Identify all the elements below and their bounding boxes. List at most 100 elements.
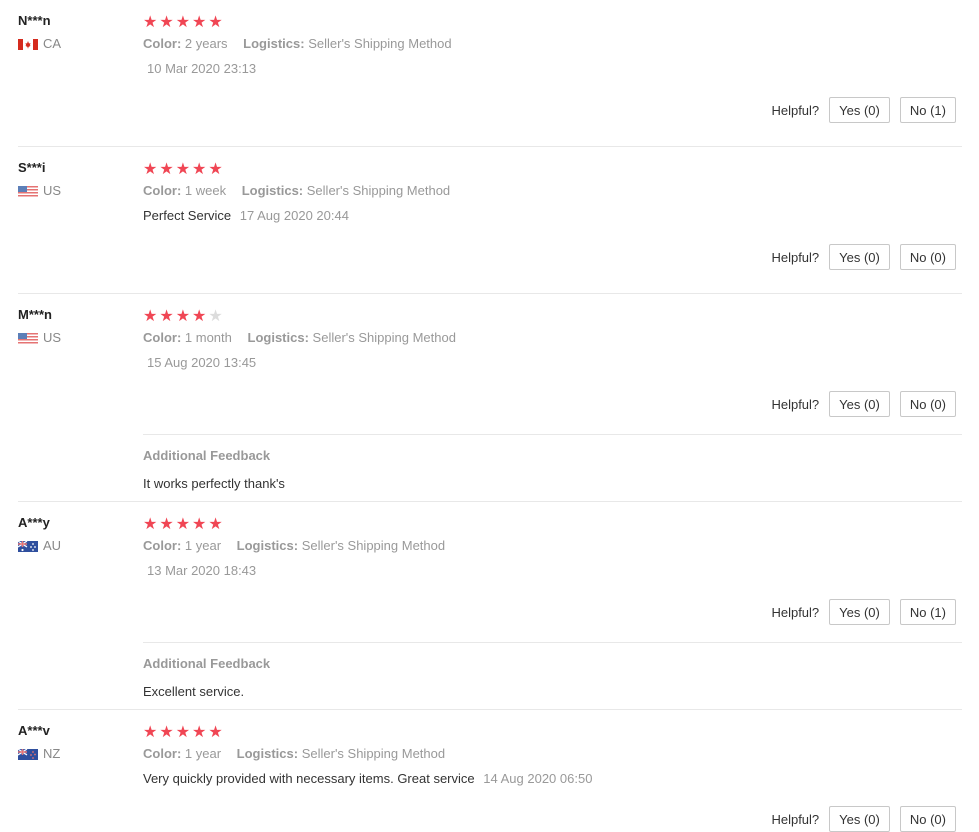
star-icon: ★ bbox=[208, 12, 223, 31]
helpful-yes-button[interactable]: Yes (0) bbox=[829, 806, 890, 832]
star-icon: ★ bbox=[192, 722, 207, 741]
star-icon: ★ bbox=[192, 159, 207, 178]
logistics-value: Seller's Shipping Method bbox=[312, 330, 456, 345]
additional-feedback: Additional Feedback It works perfectly t… bbox=[143, 434, 962, 493]
helpful-yes-button[interactable]: Yes (0) bbox=[829, 391, 890, 417]
logistics-label: Logistics: bbox=[243, 36, 305, 51]
star-icon: ★ bbox=[192, 306, 207, 325]
helpful-label: Helpful? bbox=[771, 604, 820, 620]
review-content: ★ ★ ★ ★ ★ Color: 1 week Logistics: Seller's … bbox=[143, 159, 956, 225]
additional-feedback-title: Additional Feedback bbox=[143, 448, 271, 463]
star-rating: ★ ★ ★ ★ ★ bbox=[143, 12, 956, 32]
review-item: M***n US ★ ★ ★ ★ ★ Color: 1 month Logistics:… bbox=[0, 294, 979, 502]
review-meta: Color: 1 week Logistics: Seller's Shippi… bbox=[143, 182, 956, 200]
new-zealand-flag-icon bbox=[18, 748, 38, 760]
country-code: AU bbox=[43, 538, 62, 553]
color-label: Color: bbox=[143, 183, 182, 198]
star-icon: ★ bbox=[175, 514, 191, 533]
review-date: 13 Mar 2020 18:43 bbox=[147, 563, 257, 578]
helpful-vote: Helpful? Yes (0) No (1) bbox=[771, 97, 956, 123]
helpful-yes-button[interactable]: Yes (0) bbox=[829, 97, 890, 123]
helpful-label: Helpful? bbox=[771, 811, 820, 827]
reviewer-country: CA bbox=[18, 36, 128, 52]
helpful-label: Helpful? bbox=[771, 249, 820, 265]
star-empty-icon: ★ bbox=[208, 306, 223, 325]
review-text: Perfect Service bbox=[143, 208, 232, 223]
reviewer-name: M***n bbox=[18, 307, 52, 322]
review-content: ★ ★ ★ ★ ★ Color: 2 years Logistics: Seller's… bbox=[143, 12, 956, 78]
logistics-label: Logistics: bbox=[236, 538, 299, 553]
review-meta: Color: 2 years Logistics: Seller's Shipp… bbox=[143, 35, 956, 53]
star-icon: ★ bbox=[159, 514, 174, 533]
canada-flag-icon bbox=[18, 38, 38, 50]
review-item: A***v NZ ★ ★ ★ ★ ★ Color: 1 year Logistics: … bbox=[0, 710, 979, 832]
reviewer-name: A***y bbox=[18, 515, 50, 530]
color-label: Color: bbox=[143, 746, 182, 761]
helpful-vote: Helpful? Yes (0) No (0) bbox=[771, 244, 956, 270]
review-meta: Color: 1 year Logistics: Seller's Shippi… bbox=[143, 745, 956, 763]
usa-flag-icon bbox=[18, 332, 38, 344]
helpful-vote: Helpful? Yes (0) No (0) bbox=[771, 806, 956, 832]
helpful-yes-button[interactable]: Yes (0) bbox=[829, 599, 890, 625]
review-body: 10 Mar 2020 23:13 bbox=[143, 60, 956, 78]
review-date: 14 Aug 2020 06:50 bbox=[483, 771, 593, 786]
star-icon: ★ bbox=[208, 722, 223, 741]
logistics-value: Seller's Shipping Method bbox=[301, 538, 446, 553]
usa-flag-icon bbox=[18, 185, 38, 197]
reviewer-info: S***i US bbox=[18, 159, 128, 199]
review-body: Very quickly provided with necessary ite… bbox=[143, 770, 956, 788]
star-rating: ★ ★ ★ ★ ★ bbox=[143, 722, 956, 742]
helpful-yes-button[interactable]: Yes (0) bbox=[829, 244, 890, 270]
star-icon: ★ bbox=[159, 306, 174, 325]
color-label: Color: bbox=[143, 330, 182, 345]
reviewer-info: N***n CA bbox=[18, 12, 128, 52]
review-meta: Color: 1 year Logistics: Seller's Shippi… bbox=[143, 537, 956, 555]
review-meta: Color: 1 month Logistics: Seller's Shipp… bbox=[143, 329, 956, 347]
color-label: Color: bbox=[143, 36, 182, 51]
reviewer-info: A***v NZ bbox=[18, 722, 128, 762]
reviewer-info: M***n US bbox=[18, 306, 128, 346]
logistics-label: Logistics: bbox=[241, 183, 304, 198]
star-icon: ★ bbox=[159, 159, 174, 178]
helpful-no-button[interactable]: No (0) bbox=[899, 806, 956, 832]
review-item: A***y AU ★ ★ ★ ★ ★ Color: 1 year Logistics: … bbox=[0, 502, 979, 710]
star-icon: ★ bbox=[143, 159, 158, 178]
review-content: ★ ★ ★ ★ ★ Color: 1 year Logistics: Seller's … bbox=[143, 722, 956, 788]
star-icon: ★ bbox=[192, 12, 207, 31]
reviewer-country: US bbox=[18, 330, 128, 346]
color-label: Color: bbox=[143, 538, 182, 553]
reviewer-name: N***n bbox=[18, 13, 51, 28]
logistics-value: Seller's Shipping Method bbox=[306, 183, 451, 198]
helpful-no-button[interactable]: No (1) bbox=[899, 599, 956, 625]
star-icon: ★ bbox=[143, 722, 158, 741]
reviewer-info: A***y AU bbox=[18, 514, 128, 554]
star-rating: ★ ★ ★ ★ ★ bbox=[143, 306, 956, 326]
review-body: 15 Aug 2020 13:45 bbox=[143, 354, 956, 372]
helpful-vote: Helpful? Yes (0) No (1) bbox=[771, 599, 956, 625]
australia-flag-icon bbox=[18, 540, 38, 552]
color-value: 1 year bbox=[184, 538, 222, 553]
country-code: CA bbox=[43, 36, 62, 51]
helpful-no-button[interactable]: No (0) bbox=[899, 244, 956, 270]
review-body: 13 Mar 2020 18:43 bbox=[143, 562, 956, 580]
star-icon: ★ bbox=[143, 514, 158, 533]
reviewer-name: S***i bbox=[18, 160, 46, 175]
reviewer-country: NZ bbox=[18, 746, 128, 762]
star-icon: ★ bbox=[175, 722, 191, 741]
color-value: 2 years bbox=[184, 36, 228, 51]
additional-feedback-text: Excellent service. bbox=[143, 684, 245, 699]
review-text: Very quickly provided with necessary ite… bbox=[143, 771, 475, 786]
star-icon: ★ bbox=[208, 159, 223, 178]
additional-feedback-text: It works perfectly thank's bbox=[143, 476, 285, 491]
additional-feedback: Additional Feedback Excellent service. bbox=[143, 642, 962, 701]
helpful-no-button[interactable]: No (0) bbox=[899, 391, 956, 417]
review-date: 15 Aug 2020 13:45 bbox=[147, 355, 257, 370]
star-rating: ★ ★ ★ ★ ★ bbox=[143, 159, 956, 179]
star-icon: ★ bbox=[159, 722, 174, 741]
star-icon: ★ bbox=[175, 306, 191, 325]
review-item: N***n CA ★ ★ ★ ★ ★ Color: 2 years Logistics:… bbox=[0, 0, 979, 147]
reviewer-name: A***v bbox=[18, 723, 50, 738]
helpful-no-button[interactable]: No (1) bbox=[899, 97, 956, 123]
country-code: NZ bbox=[43, 746, 61, 761]
review-item: S***i US ★ ★ ★ ★ ★ Color: 1 week Logistics: … bbox=[0, 147, 979, 294]
